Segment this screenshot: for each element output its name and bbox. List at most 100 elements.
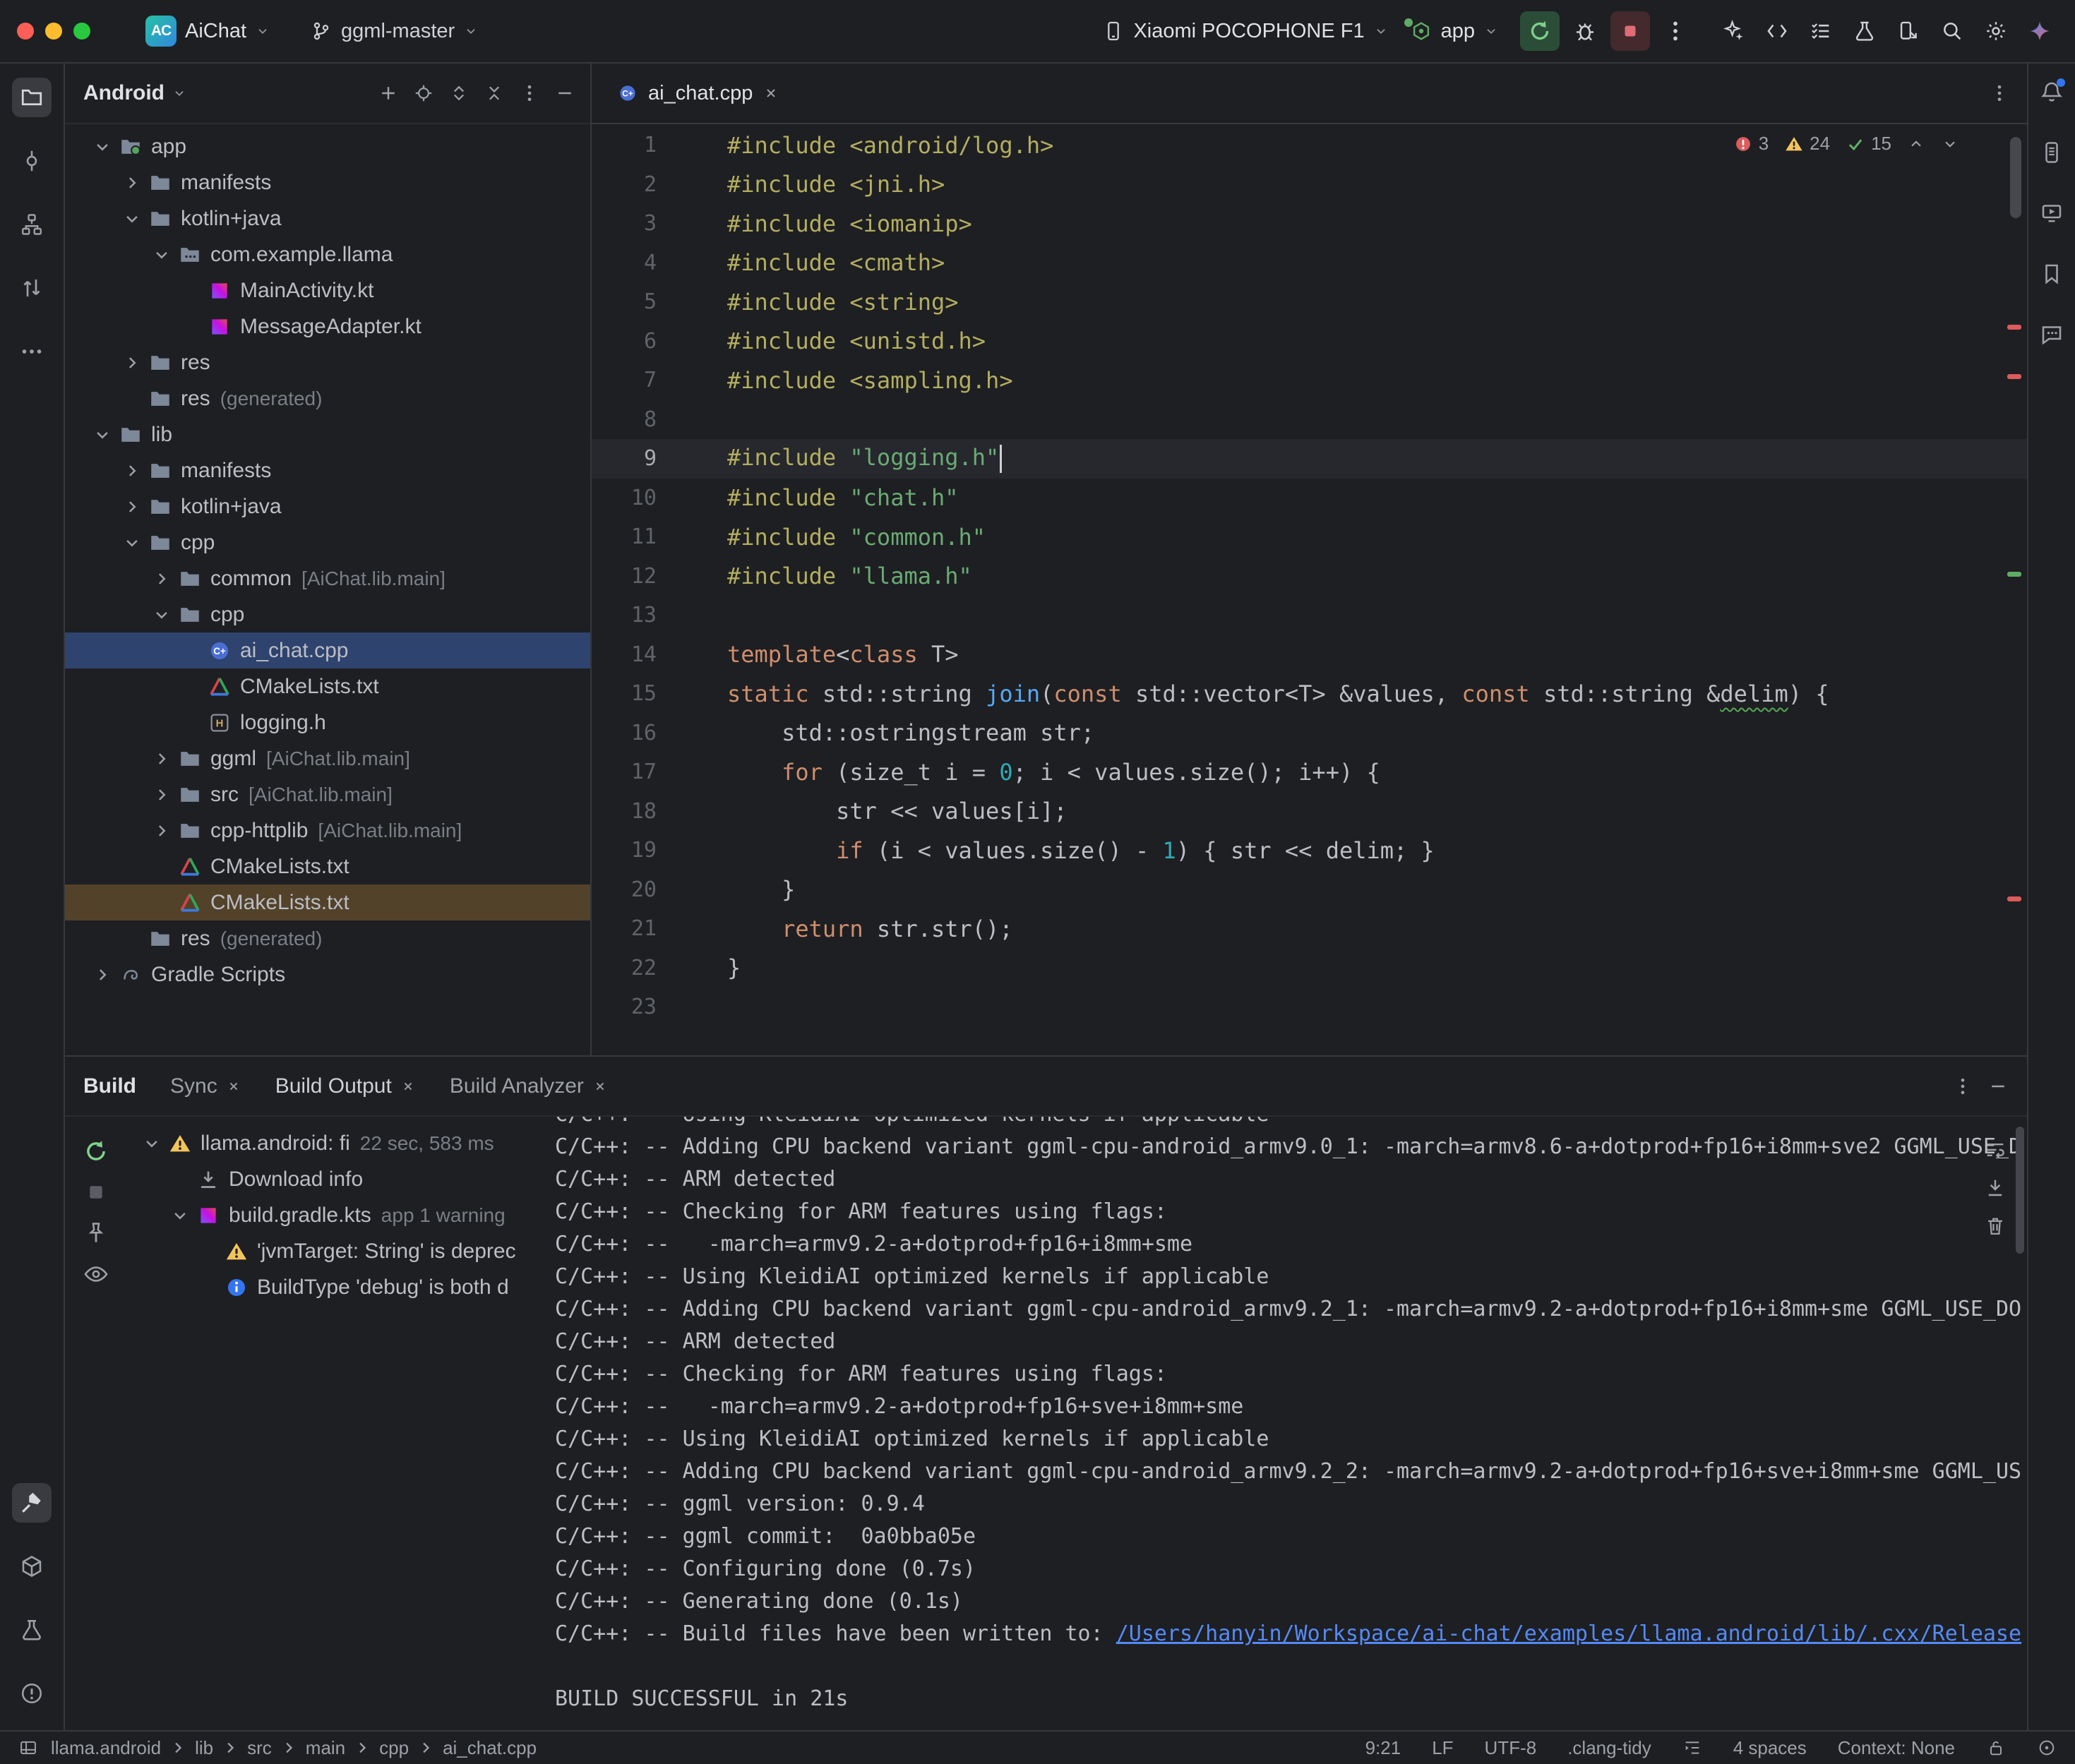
line-number[interactable]: 10 bbox=[592, 486, 685, 510]
line-number[interactable]: 6 bbox=[592, 329, 685, 354]
stop-icon[interactable] bbox=[83, 1179, 109, 1206]
line-number[interactable]: 19 bbox=[592, 838, 685, 863]
stop-button[interactable] bbox=[1610, 11, 1650, 51]
line-number[interactable]: 8 bbox=[592, 407, 685, 432]
locate-button[interactable] bbox=[408, 78, 439, 109]
vcs-widget[interactable]: ggml-master bbox=[310, 20, 479, 43]
tree-item-res[interactable]: res(generated) bbox=[65, 920, 590, 956]
tree-item-app[interactable]: app bbox=[65, 128, 590, 164]
line-number[interactable]: 2 bbox=[592, 172, 685, 197]
close-icon[interactable] bbox=[226, 1079, 241, 1094]
tree-item-cmakelists-txt[interactable]: CMakeLists.txt bbox=[65, 884, 590, 920]
more-actions-button[interactable] bbox=[1656, 11, 1695, 51]
caret-position[interactable]: 9:21 bbox=[1365, 1737, 1401, 1759]
unlock-icon[interactable] bbox=[1986, 1738, 2006, 1758]
passed-count[interactable]: 15 bbox=[1846, 133, 1891, 155]
tree-item-manifests[interactable]: manifests bbox=[65, 164, 590, 200]
tree-item-cpp-httplib[interactable]: cpp-httplib[AiChat.lib.main] bbox=[65, 812, 590, 848]
close-icon[interactable] bbox=[763, 85, 779, 102]
structure-button[interactable] bbox=[12, 205, 52, 244]
line-number[interactable]: 20 bbox=[592, 877, 685, 902]
clear-icon[interactable] bbox=[1983, 1214, 2007, 1238]
warning-count[interactable]: 24 bbox=[1784, 133, 1830, 155]
previous-problem-button[interactable] bbox=[1907, 135, 1925, 153]
hide-panel-icon[interactable] bbox=[1987, 1076, 2009, 1097]
linter-status[interactable]: .clang-tidy bbox=[1567, 1737, 1651, 1759]
line-number[interactable]: 4 bbox=[592, 251, 685, 275]
tree-item-cmakelists-txt[interactable]: CMakeLists.txt bbox=[65, 848, 590, 884]
tree-item-ai-chat-cpp[interactable]: C+ai_chat.cpp bbox=[65, 632, 590, 668]
problems-button[interactable] bbox=[12, 1674, 52, 1713]
gemini-button[interactable] bbox=[2023, 14, 2057, 48]
line-number[interactable]: 7 bbox=[592, 368, 685, 392]
close-icon[interactable] bbox=[592, 1079, 608, 1094]
tree-item-ggml[interactable]: ggml[AiChat.lib.main] bbox=[65, 740, 590, 776]
line-number[interactable]: 13 bbox=[592, 603, 685, 628]
more-vert-button[interactable] bbox=[514, 78, 545, 109]
line-ending[interactable]: LF bbox=[1432, 1737, 1453, 1759]
tree-item-llama-android-fi[interactable]: llama.android: fi22 sec, 583 ms bbox=[127, 1125, 548, 1161]
console-file-link[interactable]: /Users/hanyin/Workspace/ai-chat/examples… bbox=[1116, 1621, 2021, 1646]
tree-item-mainactivity-kt[interactable]: MainActivity.kt bbox=[65, 272, 590, 308]
context-setting[interactable]: Context: None bbox=[1838, 1737, 1955, 1759]
pin-icon[interactable] bbox=[83, 1220, 109, 1247]
code-line-14[interactable]: 14template<class T> bbox=[592, 635, 2027, 675]
line-number[interactable]: 18 bbox=[592, 799, 685, 824]
tree-item-download-info[interactable]: Download info bbox=[127, 1161, 548, 1197]
breadcrumb-ai-chat-cpp[interactable]: ai_chat.cpp bbox=[443, 1737, 537, 1759]
minus-button[interactable] bbox=[549, 78, 580, 109]
code-line-5[interactable]: 5#include <string> bbox=[592, 282, 2027, 322]
tab-build-output[interactable]: Build Output bbox=[275, 1074, 416, 1098]
tree-item-com-example-llama[interactable]: com.example.llama bbox=[65, 236, 590, 272]
package-button[interactable] bbox=[12, 1547, 52, 1586]
code-line-3[interactable]: 3#include <iomanip> bbox=[592, 204, 2027, 244]
file-encoding[interactable]: UTF-8 bbox=[1485, 1737, 1537, 1759]
line-number[interactable]: 15 bbox=[592, 681, 685, 706]
notifications-button[interactable] bbox=[2033, 73, 2070, 110]
code-line-12[interactable]: 12#include "llama.h" bbox=[592, 557, 2027, 596]
more-horiz-button[interactable] bbox=[12, 332, 52, 371]
device-link-button[interactable] bbox=[1891, 14, 1925, 48]
task-list-button[interactable] bbox=[1804, 14, 1838, 48]
project-button[interactable] bbox=[12, 78, 52, 117]
code-line-15[interactable]: 15static std::string join(const std::vec… bbox=[592, 674, 2027, 714]
code-line-11[interactable]: 11#include "common.h" bbox=[592, 517, 2027, 557]
close-window-button[interactable] bbox=[17, 23, 34, 40]
line-number[interactable]: 3 bbox=[592, 211, 685, 236]
test-flask-button[interactable] bbox=[1848, 14, 1882, 48]
breadcrumb-src[interactable]: src bbox=[247, 1737, 272, 1759]
breadcrumb-lib[interactable]: lib bbox=[195, 1737, 213, 1759]
line-number[interactable]: 11 bbox=[592, 524, 685, 549]
pull-requests-button[interactable] bbox=[12, 268, 52, 308]
tree-item-build-gradle-kts[interactable]: build.gradle.ktsapp 1 warning bbox=[127, 1197, 548, 1233]
search-button[interactable] bbox=[1935, 14, 1969, 48]
rerun-button[interactable] bbox=[1520, 11, 1560, 51]
soft-wrap-icon[interactable] bbox=[1983, 1138, 2007, 1162]
code-line-23[interactable]: 23 bbox=[592, 988, 2027, 1027]
code-line-9[interactable]: 9#include "logging.h" bbox=[592, 439, 2027, 479]
line-number[interactable]: 17 bbox=[592, 760, 685, 784]
breadcrumb-cpp[interactable]: cpp bbox=[379, 1737, 409, 1759]
project-view-selector[interactable]: Android bbox=[83, 81, 165, 105]
rerun-icon[interactable] bbox=[83, 1138, 109, 1165]
code-line-17[interactable]: 17 for (size_t i = 0; i < values.size();… bbox=[592, 752, 2027, 792]
filter-eye-icon[interactable] bbox=[83, 1261, 109, 1288]
next-problem-button[interactable] bbox=[1941, 135, 1959, 153]
device-selector[interactable]: Xiaomi POCOPHONE F1 bbox=[1102, 20, 1388, 43]
line-number[interactable]: 12 bbox=[592, 564, 685, 589]
error-stripe-mark[interactable] bbox=[2007, 374, 2021, 379]
commit-button[interactable] bbox=[12, 141, 52, 181]
code-line-8[interactable]: 8 bbox=[592, 400, 2027, 440]
bookmarks-button[interactable] bbox=[2033, 256, 2070, 292]
tab-build[interactable]: Build bbox=[83, 1074, 136, 1098]
running-devices-button[interactable] bbox=[2033, 195, 2070, 232]
plus-button[interactable] bbox=[373, 78, 404, 109]
tree-item-kotlin-java[interactable]: kotlin+java bbox=[65, 488, 590, 524]
tree-item-logging-h[interactable]: Hlogging.h bbox=[65, 704, 590, 740]
tree-item-manifests[interactable]: manifests bbox=[65, 452, 590, 488]
layout-toggle-icon[interactable] bbox=[18, 1738, 38, 1758]
change-stripe-mark[interactable] bbox=[2007, 572, 2021, 577]
line-number[interactable]: 21 bbox=[592, 916, 685, 941]
settings-button[interactable] bbox=[1979, 14, 2013, 48]
build-console[interactable]: C/C++: -- Using KleidiAI optimized kerne… bbox=[548, 1117, 2027, 1730]
